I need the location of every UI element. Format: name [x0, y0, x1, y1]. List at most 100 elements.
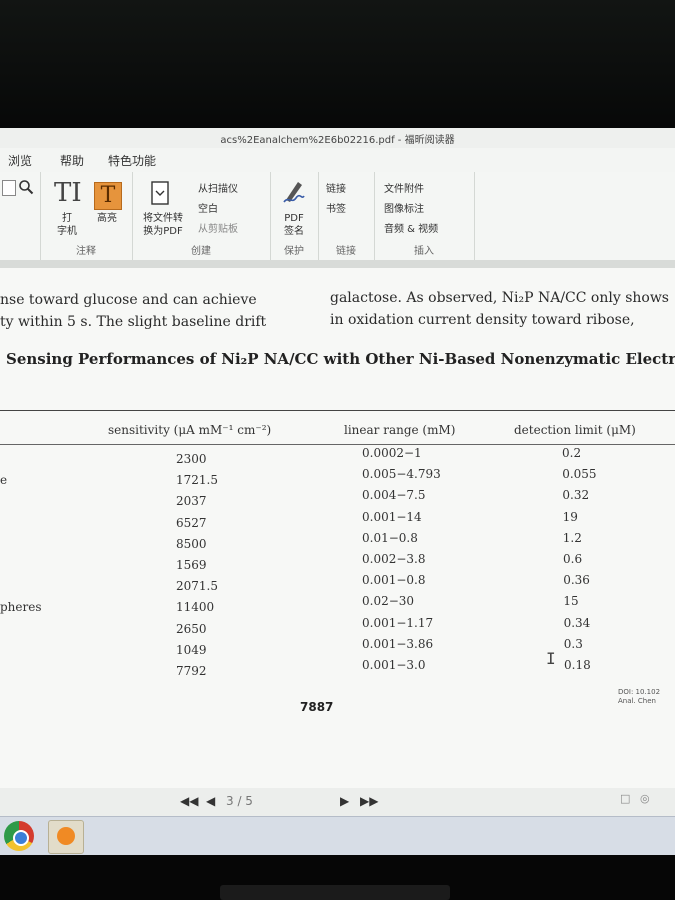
group-label-links: 链接: [336, 246, 356, 257]
cell-linear-range: 0.001−0.8: [362, 573, 426, 588]
ribbon-group-create: 将文件转 换为PDF 从扫描仪 空白 从剪贴板 创建: [132, 172, 271, 260]
highlight-button-label[interactable]: 高亮: [90, 212, 124, 225]
group-label-insert: 插入: [414, 246, 434, 257]
cell-sensitivity: 1721.5: [176, 473, 218, 488]
last-page-button[interactable]: ▶▶: [360, 794, 378, 808]
ribbon-group-insert: 文件附件 图像标注 音频 & 视频 插入: [374, 172, 475, 260]
right-column-line-1: galactose. As observed, Ni₂P NA/CC only …: [330, 290, 669, 306]
header-sensitivity: sensitivity (μA mM⁻¹ cm⁻²): [108, 423, 272, 437]
pdf-page: nse toward glucose and can achieve ty wi…: [0, 268, 675, 788]
cell-sensitivity: 2650: [176, 621, 207, 636]
cell-sensitivity: 7792: [176, 664, 207, 678]
ribbon-group-links: 链接 书签 链接: [318, 172, 375, 260]
row-label: pheres: [0, 600, 42, 615]
document-top-gap: [0, 260, 675, 268]
ribbon-group-zoom: [0, 172, 41, 260]
from-clipboard-button[interactable]: 从剪贴板: [198, 220, 238, 235]
cell-linear-range: 0.001−1.17: [362, 615, 434, 630]
convert-to-pdf-button[interactable]: 将文件转 换为PDF: [136, 212, 190, 238]
ribbon-toolbar: TI 打 字机 T 高亮 注释 将文件转 换为PDF 从扫描仪 空白 从剪贴板 …: [0, 172, 675, 261]
cell-linear-range: 0.01−0.8: [362, 530, 418, 545]
convert-pdf-icon[interactable]: [148, 180, 172, 206]
zoom-dropdown[interactable]: [2, 180, 16, 196]
doi-line-1: DOI: 10.102: [618, 688, 661, 696]
first-page-button[interactable]: ◀◀: [180, 794, 198, 808]
doi-line-2: Anal. Chen: [618, 697, 656, 705]
monitor-bezel-bottom: [0, 855, 675, 900]
cell-linear-range: 0.02−30: [362, 594, 415, 609]
cell-sensitivity: 8500: [176, 536, 207, 551]
next-page-button[interactable]: ▶: [340, 794, 349, 808]
previous-page-button[interactable]: ◀: [206, 794, 215, 808]
table-header-rule: [0, 444, 675, 445]
cell-linear-range: 0.004−7.5: [362, 488, 426, 503]
cell-sensitivity: 2037: [176, 494, 207, 509]
table-top-rule: [0, 410, 675, 411]
ribbon-group-protect: PDF 签名 保护: [270, 172, 319, 260]
page-number: 7887: [300, 700, 334, 714]
typewriter-button-label[interactable]: 打 字机: [52, 212, 82, 238]
left-column-line-2: ty within 5 s. The slight baseline drift: [0, 314, 267, 330]
cell-detection-limit: 15: [563, 594, 579, 609]
file-attachment-button[interactable]: 文件附件: [384, 180, 424, 195]
cell-sensitivity: 2071.5: [176, 579, 218, 594]
doi-footer: DOI: 10.102 Anal. Chen: [618, 688, 660, 706]
cell-detection-limit: 0.3: [563, 636, 583, 651]
cell-sensitivity: 6527: [176, 515, 207, 530]
pdf-sign-button[interactable]: PDF 签名: [276, 212, 312, 238]
cell-linear-range: 0.001−3.86: [362, 636, 434, 651]
link-button[interactable]: 链接: [326, 180, 346, 195]
menu-featured[interactable]: 特色功能: [108, 152, 156, 169]
cell-detection-limit: 0.34: [563, 615, 591, 630]
page-navigation-bar: ◀◀ ◀ 3 / 5 ▶ ▶▶ □ ◎: [0, 788, 675, 816]
cell-detection-limit: 1.2: [562, 530, 582, 545]
cell-sensitivity: 11400: [176, 600, 215, 615]
group-label-comment: 注释: [76, 246, 96, 257]
zoom-out-icon[interactable]: □: [620, 792, 630, 805]
right-column-line-2: in oxidation current density toward ribo…: [330, 312, 635, 328]
cell-detection-limit: 19: [562, 509, 578, 524]
bookmark-button[interactable]: 书签: [326, 200, 346, 215]
cell-sensitivity: 1049: [176, 642, 207, 657]
menu-help[interactable]: 帮助: [60, 152, 84, 169]
magnifier-icon[interactable]: [18, 179, 34, 195]
monitor-bezel-top: [0, 0, 675, 128]
ribbon-group-comment: TI 打 字机 T 高亮 注释: [40, 172, 133, 260]
cell-linear-range: 0.001−14: [362, 509, 422, 524]
highlight-icon[interactable]: T: [94, 182, 122, 210]
page-indicator[interactable]: 3 / 5: [226, 794, 253, 808]
from-scanner-button[interactable]: 从扫描仪: [198, 180, 238, 195]
cell-linear-range: 0.002−3.8: [362, 552, 426, 566]
cell-detection-limit: 0.6: [563, 552, 583, 566]
window-title: acs%2Eanalchem%2E6b02216.pdf - 福昕阅读器: [220, 135, 455, 146]
menu-browse[interactable]: 浏览: [8, 152, 32, 169]
left-column-line-1: nse toward glucose and can achieve: [0, 292, 257, 308]
chrome-icon[interactable]: [4, 821, 34, 851]
pdf-sign-icon[interactable]: [282, 178, 306, 204]
image-annotation-button[interactable]: 图像标注: [384, 200, 424, 215]
blank-document-button[interactable]: 空白: [198, 200, 218, 215]
row-label: e: [0, 473, 8, 488]
cell-sensitivity: 2300: [176, 452, 207, 466]
group-label-protect: 保护: [284, 246, 304, 257]
taskbar: [0, 816, 675, 855]
audio-video-button[interactable]: 音频 & 视频: [384, 220, 438, 235]
cell-sensitivity: 1569: [176, 558, 207, 572]
cell-detection-limit: 0.32: [562, 488, 590, 503]
foxit-reader-icon[interactable]: [48, 820, 84, 854]
text-cursor: I: [546, 649, 556, 668]
header-detection-limit: detection limit (μM): [514, 423, 636, 437]
header-linear-range: linear range (mM): [344, 423, 456, 437]
cell-detection-limit: 0.055: [562, 467, 597, 482]
typewriter-icon[interactable]: TI: [54, 178, 82, 208]
screen: acs%2Eanalchem%2E6b02216.pdf - 福昕阅读器 浏览 …: [0, 128, 675, 855]
cell-detection-limit: 0.36: [563, 573, 590, 588]
menu-bar: 浏览 帮助 特色功能: [0, 148, 675, 172]
monitor-hinge: [220, 885, 450, 900]
cell-detection-limit: 0.2: [562, 446, 582, 460]
zoom-in-icon[interactable]: ◎: [640, 792, 650, 805]
table-caption: Sensing Performances of Ni₂P NA/CC with …: [6, 350, 675, 368]
cell-linear-range: 0.001−3.0: [362, 658, 426, 672]
cell-detection-limit: 0.18: [564, 658, 591, 672]
group-label-create: 创建: [191, 246, 211, 257]
